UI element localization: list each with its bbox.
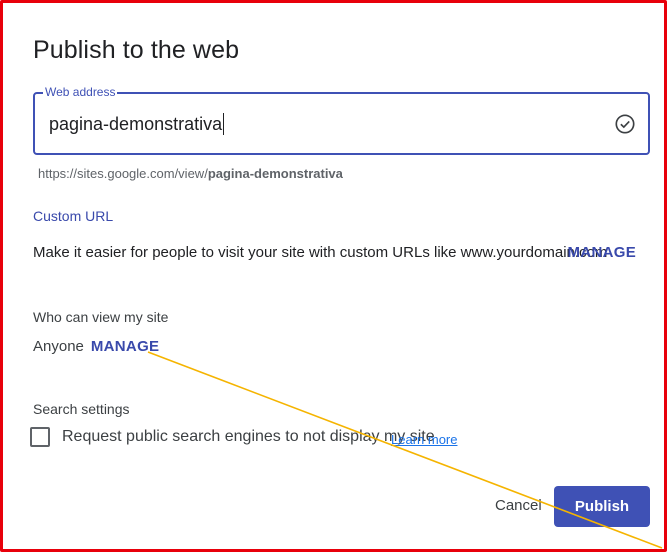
custom-url-manage-button[interactable]: MANAGE: [568, 244, 636, 261]
url-prefix: https://sites.google.com/view/: [38, 166, 208, 181]
dialog-title: Publish to the web: [33, 36, 240, 64]
search-engines-checkbox-label[interactable]: Request public search engines to not dis…: [62, 428, 435, 446]
web-address-input[interactable]: pagina-demonstrativa: [49, 113, 225, 135]
visibility-value: Anyone: [33, 338, 84, 355]
web-address-field[interactable]: Web address pagina-demonstrativa: [33, 84, 650, 155]
custom-url-row: Make it easier for people to visit your …: [33, 244, 643, 261]
search-engines-checkbox[interactable]: [30, 427, 50, 447]
url-path: pagina-demonstrativa: [207, 166, 343, 181]
web-address-label: Web address: [43, 84, 118, 100]
custom-url-heading: Custom URL: [33, 208, 114, 224]
screenshot-frame: [0, 0, 667, 552]
custom-url-description: Make it easier for people to visit your …: [33, 244, 608, 261]
visibility-row: Anyone MANAGE: [33, 338, 159, 355]
publish-button[interactable]: Publish: [554, 486, 650, 527]
visibility-manage-button[interactable]: MANAGE: [91, 338, 159, 355]
check-circle-icon: [615, 114, 635, 134]
cancel-button[interactable]: Cancel: [495, 497, 542, 514]
search-settings-heading: Search settings: [33, 401, 130, 417]
published-url-hint: https://sites.google.com/view/pagina-dem…: [38, 166, 343, 181]
learn-more-link[interactable]: Learn more: [391, 432, 457, 447]
visibility-heading: Who can view my site: [33, 309, 169, 325]
